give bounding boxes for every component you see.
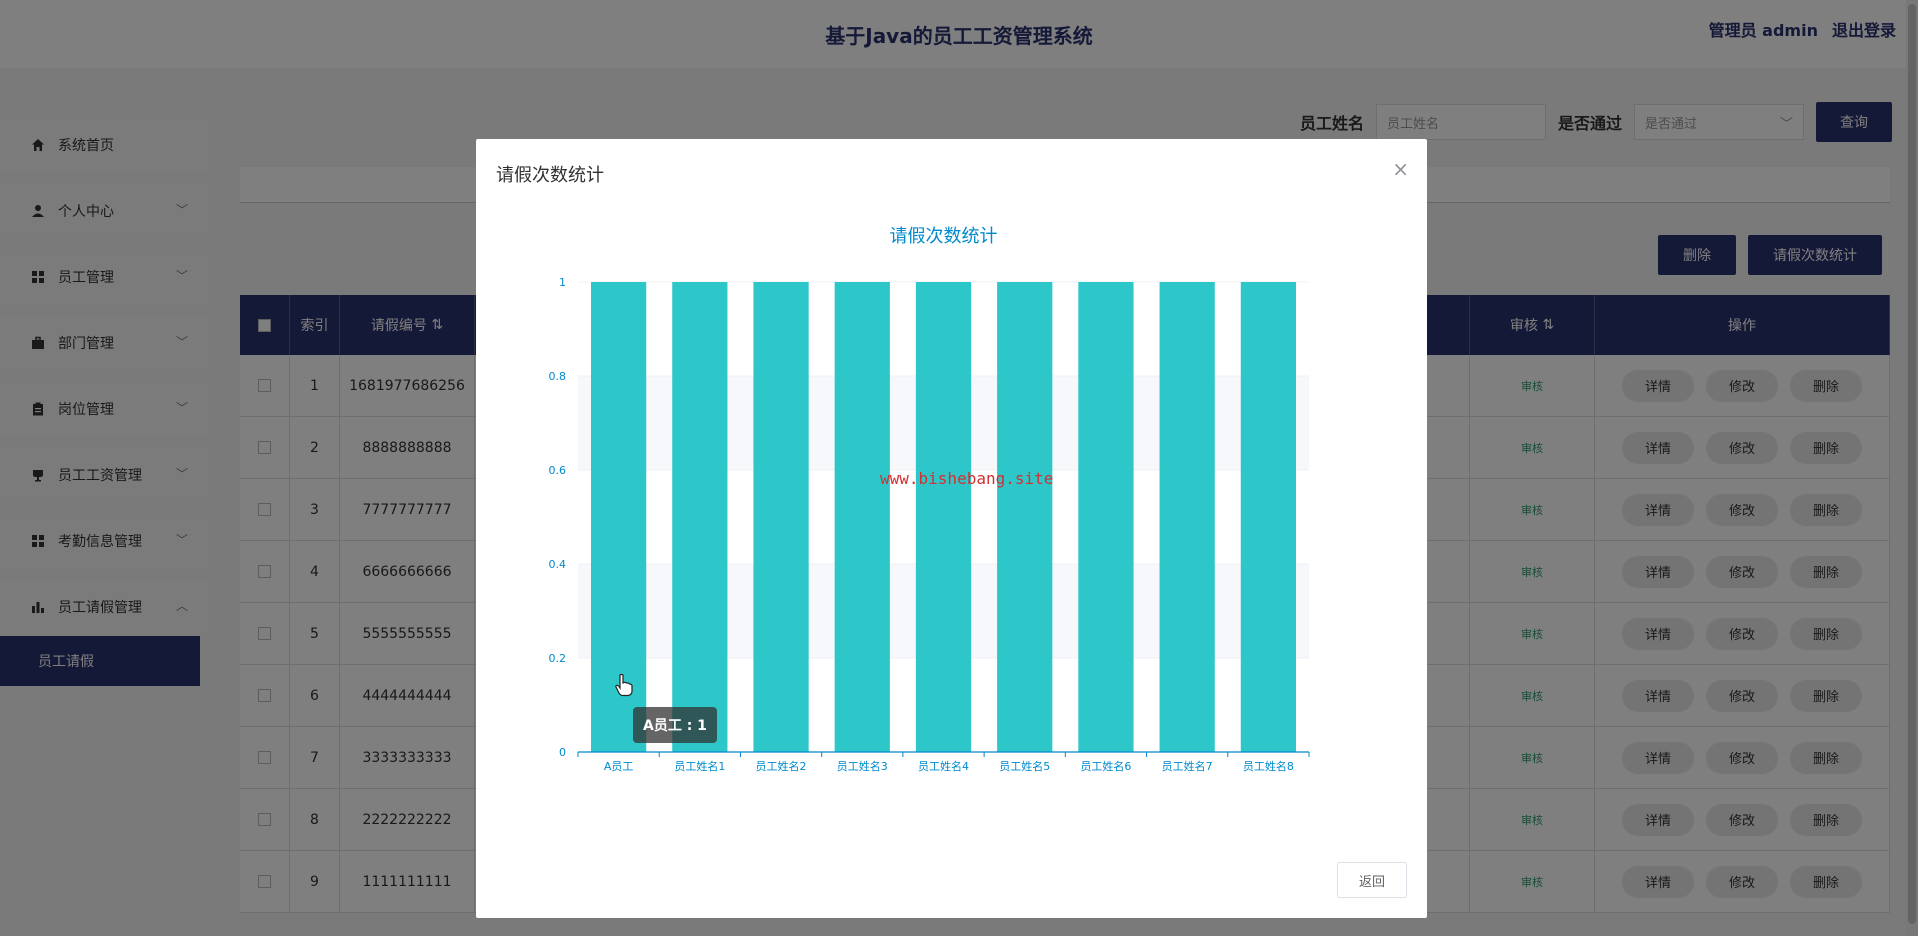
x-tick-label: A员工 <box>604 760 634 773</box>
bar <box>1078 282 1134 752</box>
bar <box>753 282 809 752</box>
y-tick-label: 0.4 <box>549 558 567 571</box>
x-tick-label: 员工姓名1 <box>674 759 725 773</box>
y-tick-label: 1 <box>559 276 566 289</box>
bar <box>1240 282 1297 752</box>
leave-stats-dialog: 请假次数统计 × 请假次数统计 0 0.2 0.4 0.6 0.8 1 A员工 员工姓名1 员工姓… <box>476 139 1427 918</box>
bar <box>997 282 1053 752</box>
x-tick-label: 员工姓名6 <box>1080 759 1131 773</box>
x-tick-label: 员工姓名8 <box>1243 759 1294 773</box>
chart-title: 请假次数统计 <box>890 226 998 247</box>
y-tick-label: 0 <box>559 746 566 759</box>
bar <box>915 282 972 752</box>
back-button[interactable]: 返回 <box>1337 862 1407 898</box>
x-tick-label: 员工姓名3 <box>837 759 888 773</box>
bar <box>1159 282 1215 752</box>
hand-cursor-icon <box>614 673 634 701</box>
x-tick-label: 员工姓名5 <box>999 759 1050 773</box>
bar <box>672 282 728 752</box>
watermark-text: www.bishebang.site <box>880 469 1054 488</box>
leave-count-bar-chart: 请假次数统计 0 0.2 0.4 0.6 0.8 1 A员工 员工姓名1 员工姓名2 员工姓名3 员工… <box>549 226 1310 773</box>
chart-tooltip: A员工 : 1 <box>633 707 717 743</box>
x-tick-label: 员工姓名4 <box>918 759 969 773</box>
x-tick-label: 员工姓名7 <box>1162 759 1213 773</box>
y-tick-label: 0.6 <box>549 464 567 477</box>
y-tick-label: 0.8 <box>549 370 567 383</box>
x-tick-label: 员工姓名2 <box>756 759 807 773</box>
bar <box>834 282 890 752</box>
y-tick-label: 0.2 <box>549 652 567 665</box>
